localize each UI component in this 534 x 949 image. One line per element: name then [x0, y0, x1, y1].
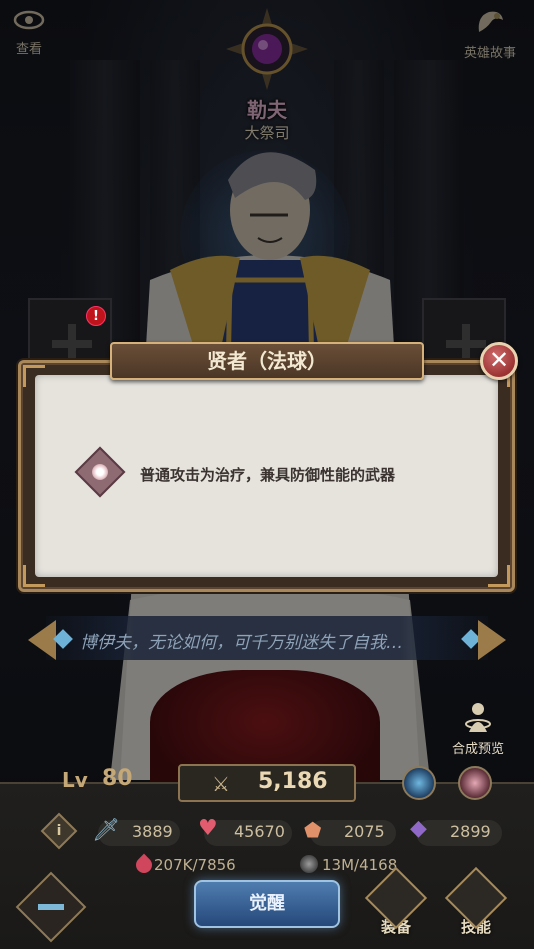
equip-button[interactable]: 装备	[364, 866, 428, 944]
resource-2: 13M/4168	[322, 856, 398, 874]
level-value: 80	[102, 766, 133, 791]
hero-quote: 博伊夫，无论如何，可千万别迷失了自我…	[80, 633, 403, 653]
crossed-swords-icon: ⚔	[212, 772, 230, 796]
heart-icon: ♥	[198, 816, 218, 841]
awaken-button[interactable]: 觉醒	[194, 880, 340, 928]
shield-icon: ⬟	[304, 818, 322, 842]
stat-hp-value: 45670	[234, 822, 285, 841]
skill-button[interactable]: 技能	[444, 866, 508, 944]
close-icon: ✕	[488, 346, 510, 374]
sword-icon: 🗡	[92, 818, 120, 843]
arrow-right-icon[interactable]	[478, 620, 506, 660]
compose-icon	[465, 702, 491, 734]
level-label: Lv	[62, 768, 88, 792]
power-value: 5,186	[258, 769, 328, 794]
weapon-description: 普通攻击为治疗，兼具防御性能的武器	[140, 466, 396, 484]
modal-title: 贤者（法球）	[110, 342, 424, 380]
close-button[interactable]: ✕	[480, 342, 518, 380]
stat-defense-value: 2075	[344, 822, 385, 841]
compose-preview-button[interactable]: 合成预览	[446, 702, 510, 757]
arrow-left-icon[interactable]	[28, 620, 56, 660]
element-badge-button[interactable]	[402, 766, 436, 800]
coin-icon	[300, 855, 318, 873]
class-badge-button[interactable]	[458, 766, 492, 800]
alert-icon: !	[86, 306, 106, 326]
stat-attack-value: 3889	[132, 822, 173, 841]
compose-label: 合成预览	[451, 742, 504, 757]
stat-magic-value: 2899	[450, 822, 491, 841]
resource-1: 207K/7856	[154, 856, 236, 874]
crystal-icon: ◆	[410, 816, 427, 841]
